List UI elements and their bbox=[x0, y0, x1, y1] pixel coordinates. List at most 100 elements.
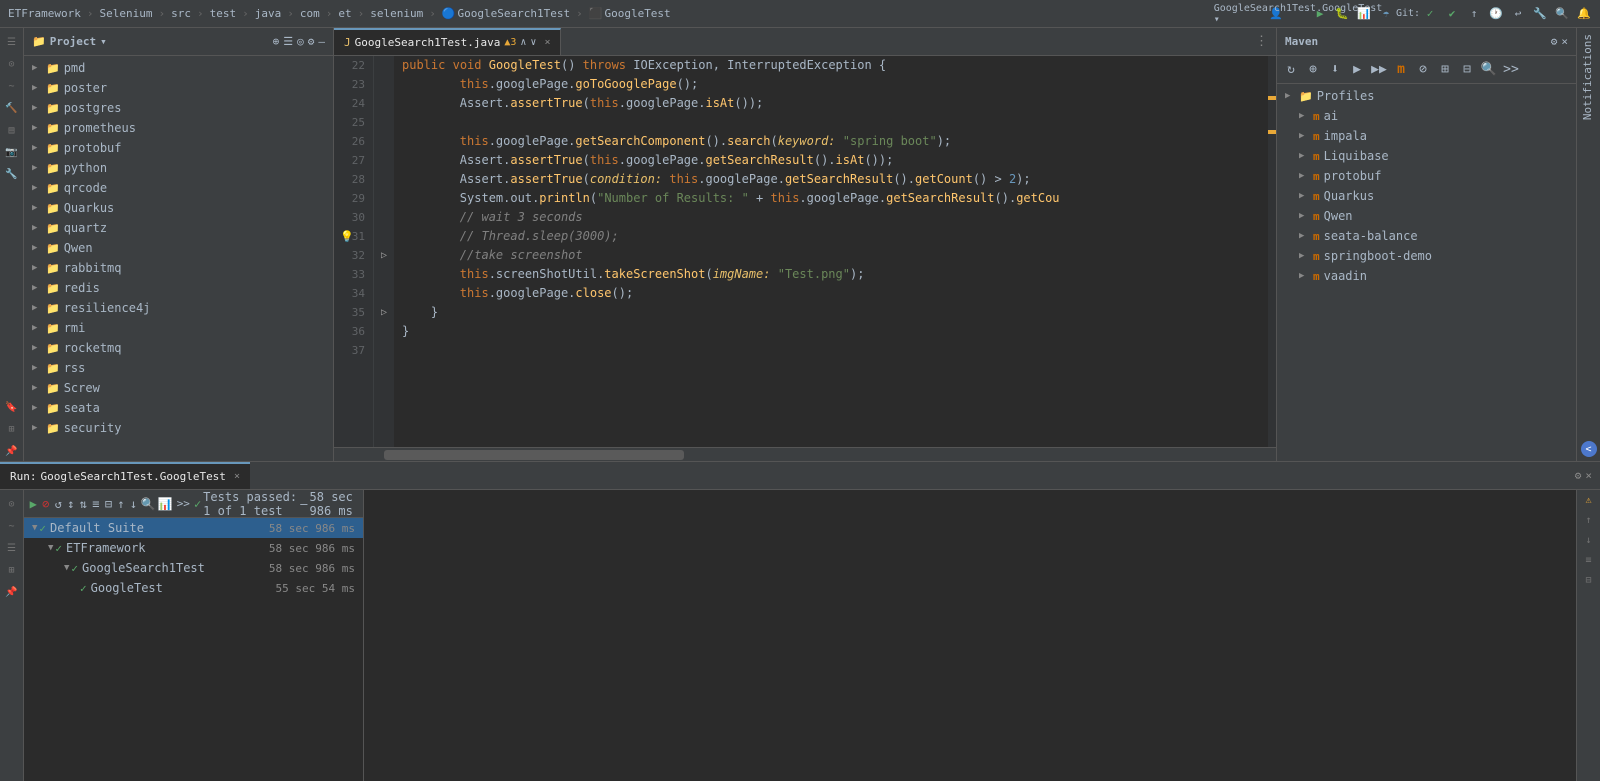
structure-icon[interactable]: ☰ bbox=[2, 32, 22, 52]
breadcrumb-file1[interactable]: 🔵 GoogleSearch1Test bbox=[442, 7, 570, 20]
tree-item-screw[interactable]: ▶ 📁 Screw bbox=[24, 378, 333, 398]
notifications-side-tab[interactable]: Notifications bbox=[1577, 28, 1600, 126]
tree-item-quartz[interactable]: ▶ 📁 quartz bbox=[24, 218, 333, 238]
expand-side-button[interactable]: < bbox=[1581, 441, 1597, 457]
pin-icon[interactable]: 📌 bbox=[2, 441, 22, 461]
bottom-right-icon-3[interactable]: ↓ bbox=[1579, 530, 1599, 550]
debug-button[interactable]: 🐛 bbox=[1334, 6, 1350, 22]
test-rerun-icon[interactable]: ↺ bbox=[53, 497, 64, 511]
bottom-right-icon-1[interactable]: ⚠ bbox=[1579, 490, 1599, 510]
terminal-icon[interactable]: ▤ bbox=[2, 120, 22, 140]
breadcrumb-et[interactable]: et bbox=[338, 7, 351, 20]
test-sort-icon[interactable]: ↕ bbox=[66, 497, 77, 511]
horizontal-scrollbar[interactable] bbox=[334, 447, 1276, 461]
maven-debug-icon[interactable]: ▶▶ bbox=[1369, 62, 1389, 77]
test-filter-icon[interactable]: ≡ bbox=[91, 497, 102, 511]
locate-icon[interactable]: ◎ bbox=[297, 35, 304, 48]
breadcrumb-selenium[interactable]: Selenium bbox=[99, 7, 152, 20]
test-stop-icon[interactable]: ⊘ bbox=[41, 497, 52, 511]
maven-expand-icon[interactable]: ⊞ bbox=[1435, 62, 1455, 77]
maven-add-icon[interactable]: ⊕ bbox=[1303, 62, 1323, 77]
breadcrumb-com[interactable]: com bbox=[300, 7, 320, 20]
project-dropdown-icon[interactable]: ▾ bbox=[100, 35, 107, 48]
bottom-close-icon[interactable]: × bbox=[1585, 469, 1592, 482]
maven-item-liquibase[interactable]: ▶ m Liquibase bbox=[1277, 146, 1576, 166]
run-tab-close[interactable]: × bbox=[234, 471, 240, 482]
tab-close-button[interactable]: × bbox=[544, 37, 550, 48]
bottom-icon-3[interactable]: ☰ bbox=[2, 538, 22, 558]
maven-collapse-icon[interactable]: ⊟ bbox=[1457, 62, 1477, 77]
maven-download-icon[interactable]: ⬇ bbox=[1325, 62, 1345, 77]
coverage-button[interactable]: ☂ bbox=[1378, 6, 1394, 22]
bookmark-icon[interactable]: 🔖 bbox=[2, 397, 22, 417]
run-button[interactable]: ▶ bbox=[1312, 6, 1328, 22]
maven-refresh-icon[interactable]: ↻ bbox=[1281, 62, 1301, 77]
test-down-icon[interactable]: ↓ bbox=[128, 497, 139, 511]
maven-search-icon[interactable]: 🔍 bbox=[1479, 62, 1499, 77]
tree-item-poster[interactable]: ▶ 📁 poster bbox=[24, 78, 333, 98]
maven-letter-m[interactable]: m bbox=[1391, 62, 1411, 77]
tree-item-rss[interactable]: ▶ 📁 rss bbox=[24, 358, 333, 378]
git-undo[interactable]: ↩ bbox=[1510, 6, 1526, 22]
git-extra[interactable]: 🔧 bbox=[1532, 6, 1548, 22]
tree-item-prometheus[interactable]: ▶ 📁 prometheus bbox=[24, 118, 333, 138]
changes-icon[interactable]: ~ bbox=[2, 76, 22, 96]
git-tick[interactable]: ✔ bbox=[1444, 6, 1460, 22]
maven-settings-icon[interactable]: ⚙ bbox=[1551, 35, 1558, 48]
bottom-icon-4[interactable]: ⊞ bbox=[2, 560, 22, 580]
commit-icon[interactable]: ⊙ bbox=[2, 54, 22, 74]
test-up-icon[interactable]: ↑ bbox=[116, 497, 127, 511]
test-run-icon[interactable]: ▶ bbox=[28, 497, 39, 511]
test-more-icon[interactable]: >> bbox=[177, 497, 190, 510]
tree-item-rocketmq[interactable]: ▶ 📁 rocketmq bbox=[24, 338, 333, 358]
test-googletest[interactable]: ✓ GoogleTest 55 sec 54 ms bbox=[24, 578, 363, 598]
maven-item-seata-balance[interactable]: ▶ m seata-balance bbox=[1277, 226, 1576, 246]
maven-profiles-item[interactable]: ▶ 📁 Profiles bbox=[1277, 86, 1576, 106]
test-etframework[interactable]: ▼ ✓ ETFramework 58 sec 986 ms bbox=[24, 538, 363, 558]
tree-item-qrcode[interactable]: ▶ 📁 qrcode bbox=[24, 178, 333, 198]
breadcrumb-file2[interactable]: ⬛ GoogleTest bbox=[589, 7, 671, 20]
collapse-all-icon[interactable]: ☰ bbox=[283, 35, 293, 48]
tab-up-icon[interactable]: ∧ bbox=[520, 37, 526, 48]
git-up[interactable]: ↑ bbox=[1466, 6, 1482, 22]
tab-googlesearch1test[interactable]: J GoogleSearch1Test.java ▲3 ∧ ∨ × bbox=[334, 28, 561, 55]
bottom-settings-icon[interactable]: ⚙ bbox=[1575, 469, 1582, 482]
tree-item-postgres[interactable]: ▶ 📁 postgres bbox=[24, 98, 333, 118]
wrench-icon[interactable]: 🔧 bbox=[2, 164, 22, 184]
bottom-right-icon-4[interactable]: ≡ bbox=[1579, 550, 1599, 570]
test-filter2-icon[interactable]: ⊟ bbox=[103, 497, 114, 511]
maven-item-quarkus[interactable]: ▶ m Quarkus bbox=[1277, 186, 1576, 206]
maven-item-springboot-demo[interactable]: ▶ m springboot-demo bbox=[1277, 246, 1576, 266]
code-content[interactable]: public void GoogleTest() throws IOExcept… bbox=[394, 56, 1268, 447]
test-sort2-icon[interactable]: ⇅ bbox=[78, 497, 89, 511]
test-default-suite[interactable]: ▼ ✓ Default Suite 58 sec 986 ms bbox=[24, 518, 363, 538]
bottom-right-icon-5[interactable]: ⊟ bbox=[1579, 570, 1599, 590]
build-icon[interactable]: 🔨 bbox=[2, 98, 22, 118]
tree-item-seata[interactable]: ▶ 📁 seata bbox=[24, 398, 333, 418]
test-googlesearch1test[interactable]: ▼ ✓ GoogleSearch1Test 58 sec 986 ms bbox=[24, 558, 363, 578]
camera-icon[interactable]: 📷 bbox=[2, 142, 22, 162]
run-tab[interactable]: Run: GoogleSearch1Test.GoogleTest × bbox=[0, 462, 250, 489]
bottom-right-icon-2[interactable]: ↑ bbox=[1579, 510, 1599, 530]
bottom-icon-2[interactable]: ~ bbox=[2, 516, 22, 536]
bottom-icon-5[interactable]: 📌 bbox=[2, 582, 22, 602]
scrollbar-thumb[interactable] bbox=[384, 450, 684, 460]
tree-item-protobuf[interactable]: ▶ 📁 protobuf bbox=[24, 138, 333, 158]
maven-item-qwen[interactable]: ▶ m Qwen bbox=[1277, 206, 1576, 226]
minimize-icon[interactable]: — bbox=[318, 35, 325, 48]
test-chart-icon[interactable]: 📊 bbox=[158, 497, 173, 511]
code-scroll[interactable]: 22 23 24 25 26 27 28 29 30 31 💡 32 33 34… bbox=[334, 56, 1276, 447]
tree-item-qwen[interactable]: ▶ 📁 Qwen bbox=[24, 238, 333, 258]
tree-item-resilience4j[interactable]: ▶ 📁 resilience4j bbox=[24, 298, 333, 318]
run-config-selector[interactable]: GoogleSearch1Test.GoogleTest ▾ bbox=[1290, 6, 1306, 22]
breadcrumb-etframework[interactable]: ETFramework bbox=[8, 7, 81, 20]
layout-icon[interactable]: ⊞ bbox=[2, 419, 22, 439]
maven-skip-icon[interactable]: ⊘ bbox=[1413, 62, 1433, 77]
maven-close-icon[interactable]: × bbox=[1561, 35, 1568, 48]
maven-run-icon[interactable]: ▶ bbox=[1347, 62, 1367, 77]
tab-down-icon[interactable]: ∨ bbox=[530, 37, 536, 48]
breadcrumb-java[interactable]: java bbox=[255, 7, 282, 20]
notification-button[interactable]: 🔔 bbox=[1576, 6, 1592, 22]
breadcrumb-test[interactable]: test bbox=[210, 7, 237, 20]
tree-item-quarkus[interactable]: ▶ 📁 Quarkus bbox=[24, 198, 333, 218]
